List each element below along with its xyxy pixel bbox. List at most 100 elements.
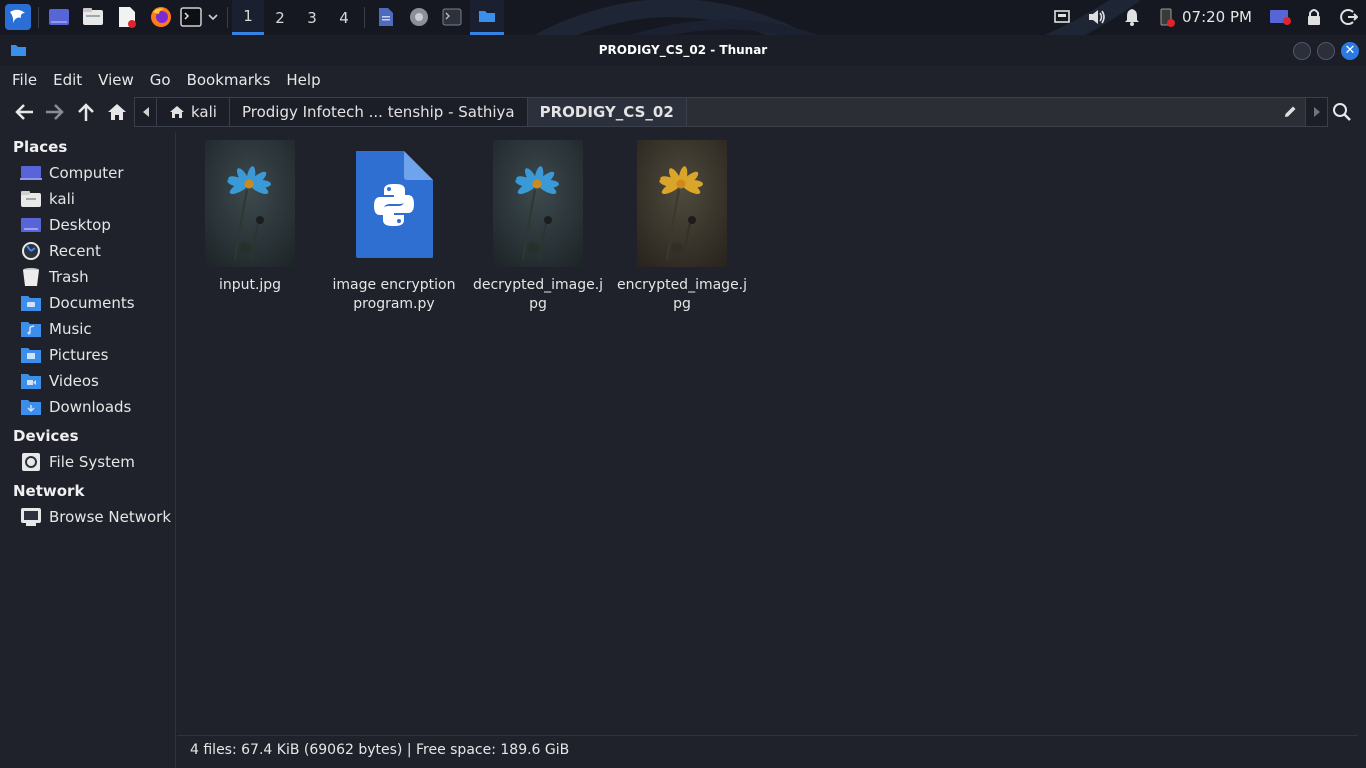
file-manager-launcher[interactable] [80,3,106,31]
sidebar-section-devices: Devices [13,427,79,445]
firefox-launcher[interactable] [148,3,174,31]
workspace-1[interactable]: 1 [232,0,264,35]
power-manager-button[interactable] [1155,3,1179,31]
terminal-options-button[interactable] [205,3,221,31]
sidebar-item-downloads[interactable]: Downloads [20,395,131,419]
breadcrumb-prodigy-infotech[interactable]: Prodigy Infotech ... tenship - Sathiya [230,98,528,126]
sidebar-item-label: Videos [49,372,99,390]
workspace-4[interactable]: 4 [328,0,360,35]
kali-menu-button[interactable] [3,3,33,31]
sidebar-item-music[interactable]: Music [20,317,92,341]
panel-background-decoration [534,0,1140,35]
search-button[interactable] [1329,99,1355,125]
breadcrumb-prodigy-cs-02[interactable]: PRODIGY_CS_02 [527,98,687,126]
volume-button[interactable] [1085,3,1109,31]
lock-icon [1308,9,1320,25]
menu-view[interactable]: View [90,66,142,94]
minimize-button[interactable] [1293,42,1311,60]
statusbar: 4 files: 67.4 KiB (69062 bytes) | Free s… [177,735,1358,764]
sidebar-item-trash[interactable]: Trash [20,265,89,289]
screen-record-icon [1270,10,1291,25]
workspace-3[interactable]: 3 [296,0,328,35]
show-desktop-button[interactable] [46,3,72,31]
menu-file[interactable]: File [4,66,45,94]
sidebar-item-file-system[interactable]: File System [20,450,135,474]
taskbar-terminal[interactable] [438,3,466,31]
recent-icon [20,240,42,262]
file-name: encrypted_image.jpg [616,277,748,312]
breadcrumb-kali[interactable]: kali [157,98,230,126]
file-item[interactable]: image encryption program.py [324,140,464,314]
terminal-launcher[interactable] [179,3,203,31]
sidebar-item-label: Desktop [49,216,111,234]
screen-recorder-button[interactable] [1268,3,1294,31]
back-button[interactable] [11,99,37,125]
file-item[interactable]: decrypted_image.jpg [468,140,608,314]
folder-icon [479,11,495,22]
pathbar-scroll-left-button[interactable] [135,98,157,126]
sidebar-item-documents[interactable]: Documents [20,291,135,315]
logout-button[interactable] [1337,3,1361,31]
location-pathbar: kali Prodigy Infotech ... tenship - Sath… [134,97,1328,127]
maximize-button[interactable] [1317,42,1335,60]
menu-bookmarks[interactable]: Bookmarks [179,66,279,94]
sidebar-item-kali[interactable]: kali [20,187,75,211]
close-button[interactable]: ✕ [1341,42,1359,60]
chevron-right-icon [1313,107,1320,117]
sidebar: Places Computer kali Desktop Recent Tras… [0,132,176,768]
document-icon [379,8,393,26]
notifications-button[interactable] [1121,3,1143,31]
home-button[interactable] [104,99,130,125]
sidebar-section-network: Network [13,482,85,500]
downloads-folder-icon [20,396,42,418]
clock[interactable]: 07:20 PM [1182,0,1252,35]
taskbar-text-editor[interactable] [372,3,400,31]
logout-icon [1340,9,1358,25]
workspace-2[interactable]: 2 [264,0,296,35]
pathbar-scroll-right-button[interactable] [1305,98,1327,126]
sidebar-item-label: Downloads [49,398,132,416]
menu-go[interactable]: Go [142,66,179,94]
window-titlebar[interactable]: PRODIGY_CS_02 - Thunar ✕ [0,35,1366,66]
home-icon [108,104,126,120]
flower-center [676,179,686,189]
sidebar-item-label: File System [49,453,135,471]
documents-folder-icon [20,292,42,314]
window-title: PRODIGY_CS_02 - Thunar [598,43,768,57]
updates-tray-button[interactable] [1050,3,1074,31]
menu-edit[interactable]: Edit [45,66,90,94]
taskbar-chrome[interactable] [405,3,433,31]
panel-separator [364,7,365,28]
flower-center [532,179,542,189]
up-button[interactable] [73,99,99,125]
sidebar-item-label: Documents [49,294,135,312]
edit-location-icon[interactable] [1283,105,1297,119]
close-icon: ✕ [1344,43,1356,58]
sidebar-item-recent[interactable]: Recent [20,239,101,263]
music-folder-icon [20,318,42,340]
sidebar-section-places: Places [13,138,68,156]
text-editor-icon [119,7,136,28]
taskbar-thunar[interactable] [470,0,504,35]
terminal-icon [180,7,202,27]
sidebar-item-computer[interactable]: Computer [20,161,124,185]
sidebar-item-desktop[interactable]: Desktop [20,213,111,237]
sidebar-item-browse-network[interactable]: Browse Network [20,505,171,529]
file-item[interactable]: encrypted_image.jpg [612,140,752,314]
chevron-left-icon [142,107,149,117]
text-editor-launcher[interactable] [114,3,140,31]
file-name: input.jpg [218,277,282,293]
sidebar-item-label: Recent [49,242,101,260]
breadcrumb-label: Prodigy Infotech ... tenship - Sathiya [241,103,515,121]
sidebar-item-label: Computer [49,164,124,182]
forward-button[interactable] [42,99,68,125]
file-item[interactable]: input.jpg [180,140,320,295]
sidebar-item-videos[interactable]: Videos [20,369,99,393]
file-icon-view[interactable]: input.jpg image encryption program.py de… [177,132,1358,735]
pathbar-empty-area[interactable] [686,98,1305,126]
search-icon [1333,103,1351,121]
lock-screen-button[interactable] [1303,3,1325,31]
sidebar-item-pictures[interactable]: Pictures [20,343,108,367]
menu-help[interactable]: Help [278,66,328,94]
terminal-icon [442,8,462,26]
